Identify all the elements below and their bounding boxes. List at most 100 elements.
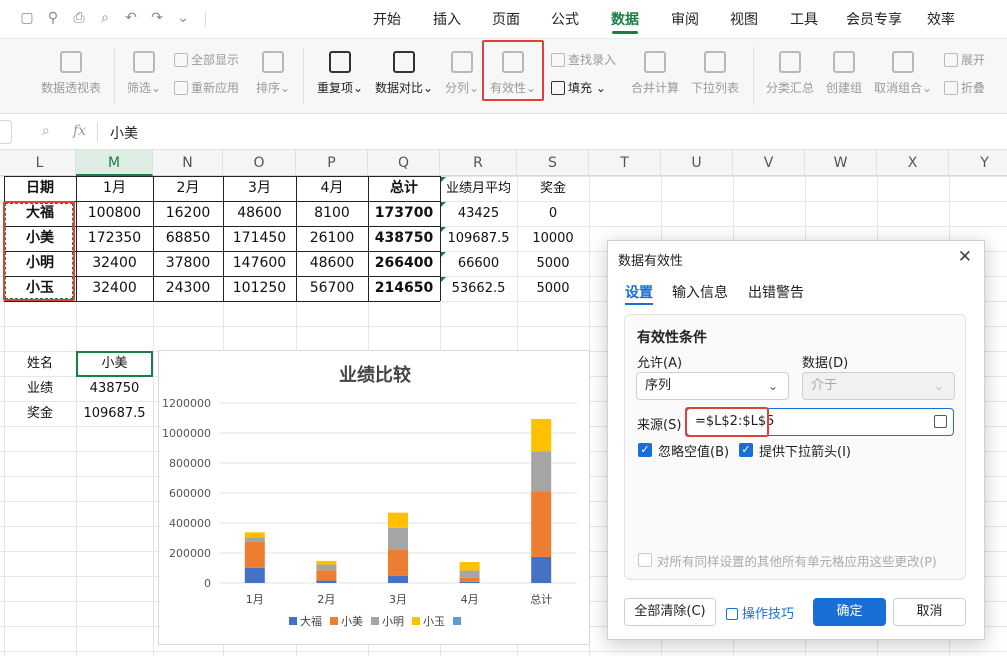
value-cell[interactable]: 32400 [76, 276, 153, 301]
create-group-button[interactable]: 创建组 [826, 51, 862, 96]
value-cell[interactable]: 147600 [223, 251, 296, 276]
fill-button[interactable]: 填充 ⌄ [551, 79, 606, 97]
tab-member[interactable]: 会员专享 [846, 9, 902, 29]
print-preview-icon[interactable]: ⌕ [96, 9, 114, 27]
pivot-table-button[interactable]: 数据透视表 [41, 51, 101, 96]
column-header[interactable]: P [296, 150, 368, 176]
more-icon[interactable]: ⌄ [174, 9, 192, 27]
value-cell[interactable]: 24300 [153, 276, 223, 301]
column-header[interactable]: T [589, 150, 661, 176]
cancel-button[interactable]: 取消 [893, 598, 966, 626]
value-cell[interactable]: 172350 [76, 226, 153, 251]
dropdown-list-button[interactable]: 下拉列表 [691, 51, 739, 96]
value-cell[interactable]: 5000 [517, 276, 589, 301]
duplicates-button[interactable]: 重复项⌄ [317, 51, 363, 96]
header-cell[interactable]: 日期 [4, 176, 76, 201]
close-icon[interactable]: ✕ [958, 247, 972, 267]
lookup-entry-button[interactable]: 查找录入 [551, 51, 616, 69]
value-cell[interactable]: 109687.5 [440, 226, 517, 251]
expand-button[interactable]: 展开 [944, 51, 985, 69]
value-cell[interactable]: 66600 [440, 251, 517, 276]
value-cell[interactable]: 266400 [368, 251, 440, 276]
column-header[interactable]: V [733, 150, 805, 176]
header-cell[interactable]: 2月 [153, 176, 223, 201]
column-header[interactable]: X [877, 150, 949, 176]
value-cell[interactable]: 56700 [296, 276, 368, 301]
stacked-bar-chart[interactable]: 业绩比较 0 200000 400000 600000 800000 1000000 120… [158, 350, 590, 645]
column-header[interactable]: U [661, 150, 733, 176]
value-cell[interactable]: 16200 [153, 201, 223, 226]
share-icon[interactable]: ⚲ [44, 9, 62, 27]
lookup-label[interactable]: 姓名 [4, 351, 76, 376]
tab-page[interactable]: 页面 [492, 9, 520, 29]
lookup-label[interactable]: 业绩 [4, 376, 76, 401]
tab-tools[interactable]: 工具 [790, 9, 818, 29]
column-header[interactable]: Q [368, 150, 440, 176]
value-cell[interactable]: 48600 [223, 201, 296, 226]
column-header[interactable]: R [440, 150, 517, 176]
data-compare-button[interactable]: 数据对比⌄ [375, 51, 433, 96]
value-cell[interactable]: 37800 [153, 251, 223, 276]
tab-view[interactable]: 视图 [730, 9, 758, 29]
allow-select[interactable]: 序列 ⌄ [636, 372, 789, 400]
column-header[interactable]: L [4, 150, 76, 176]
value-cell[interactable]: 214650 [368, 276, 440, 301]
column-header[interactable]: S [517, 150, 589, 176]
value-cell[interactable]: 5000 [517, 251, 589, 276]
column-header[interactable]: Y [949, 150, 1007, 176]
value-cell[interactable]: 0 [517, 201, 589, 226]
formula-input[interactable]: 小美 [110, 123, 138, 143]
sort-button[interactable]: 排序⌄ [256, 51, 290, 96]
value-cell[interactable]: 53662.5 [440, 276, 517, 301]
clear-all-button[interactable]: 全部清除(C) [624, 598, 716, 626]
ignore-blank-checkbox[interactable]: ✓ [638, 443, 652, 457]
value-cell[interactable]: 68850 [153, 226, 223, 251]
tab-data[interactable]: 数据 [611, 9, 639, 29]
undo-icon[interactable]: ↶ [122, 9, 140, 27]
tab-error-alert[interactable]: 出错警告 [748, 282, 804, 302]
value-cell[interactable]: 8100 [296, 201, 368, 226]
tab-home[interactable]: 开始 [373, 9, 401, 29]
split-column-button[interactable]: 分列⌄ [445, 51, 479, 96]
lookup-value[interactable]: 109687.5 [76, 401, 153, 426]
tab-efficiency[interactable]: 效率 [927, 9, 955, 29]
header-cell[interactable]: 3月 [223, 176, 296, 201]
value-cell[interactable]: 43425 [440, 201, 517, 226]
tab-insert[interactable]: 插入 [433, 9, 461, 29]
header-cell[interactable]: 总计 [368, 176, 440, 201]
filter-button[interactable]: 筛选⌄ [127, 51, 161, 96]
value-cell[interactable]: 438750 [368, 226, 440, 251]
tab-review[interactable]: 审阅 [671, 9, 699, 29]
header-cell[interactable]: 4月 [296, 176, 368, 201]
tab-formula[interactable]: 公式 [551, 9, 579, 29]
fx-icon[interactable]: fx [73, 123, 86, 139]
tab-input-message[interactable]: 输入信息 [672, 282, 728, 302]
value-cell[interactable]: 101250 [223, 276, 296, 301]
value-cell[interactable]: 100800 [76, 201, 153, 226]
header-cell[interactable]: 1月 [76, 176, 153, 201]
redo-icon[interactable]: ↷ [148, 9, 166, 27]
header-cell[interactable]: 奖金 [517, 176, 589, 201]
value-cell[interactable]: 171450 [223, 226, 296, 251]
column-header[interactable]: M [76, 150, 153, 176]
ok-button[interactable]: 确定 [813, 598, 886, 626]
value-cell[interactable]: 10000 [517, 226, 589, 251]
column-header[interactable]: O [223, 150, 296, 176]
tips-link[interactable]: 操作技巧 [726, 603, 794, 622]
search-icon[interactable]: ⌕ [42, 123, 50, 139]
ungroup-button[interactable]: 取消组合⌄ [874, 51, 932, 96]
column-header[interactable]: W [805, 150, 877, 176]
lookup-label[interactable]: 奖金 [4, 401, 76, 426]
header-cell[interactable]: 业绩月平均 [440, 176, 517, 201]
collapse-button[interactable]: 折叠 [944, 79, 985, 97]
dropdown-arrow-checkbox[interactable]: ✓ [739, 443, 753, 457]
value-cell[interactable]: 26100 [296, 226, 368, 251]
value-cell[interactable]: 48600 [296, 251, 368, 276]
tab-settings[interactable]: 设置 [625, 282, 653, 302]
value-cell[interactable]: 173700 [368, 201, 440, 226]
range-picker-icon[interactable] [934, 415, 947, 428]
reapply-button[interactable]: 重新应用 [174, 79, 239, 97]
subtotal-button[interactable]: 分类汇总 [766, 51, 814, 96]
name-box[interactable] [0, 120, 12, 144]
print-icon[interactable]: ⎙ [70, 9, 88, 27]
